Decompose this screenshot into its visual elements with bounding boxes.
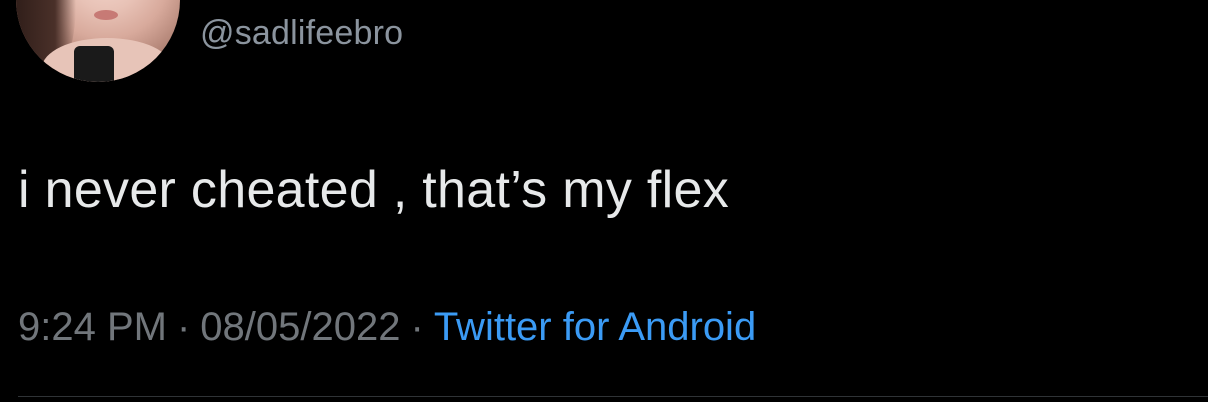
tweet-source-link[interactable]: Twitter for Android <box>434 305 756 349</box>
divider <box>18 396 1208 397</box>
tweet-text: i never cheated , that’s my flex <box>18 161 729 219</box>
tweet-time[interactable]: 9:24 PM <box>18 305 167 349</box>
user-handle[interactable]: @sadlifeebro <box>200 14 403 53</box>
meta-separator: · <box>176 305 191 349</box>
tweet-meta: 9:24 PM · 08/05/2022 · Twitter for Android <box>18 305 756 350</box>
meta-separator: · <box>410 305 424 349</box>
avatar-strap <box>74 46 114 82</box>
tweet-date[interactable]: 08/05/2022 <box>200 305 400 349</box>
avatar-lips <box>94 10 118 20</box>
avatar[interactable] <box>16 0 180 82</box>
